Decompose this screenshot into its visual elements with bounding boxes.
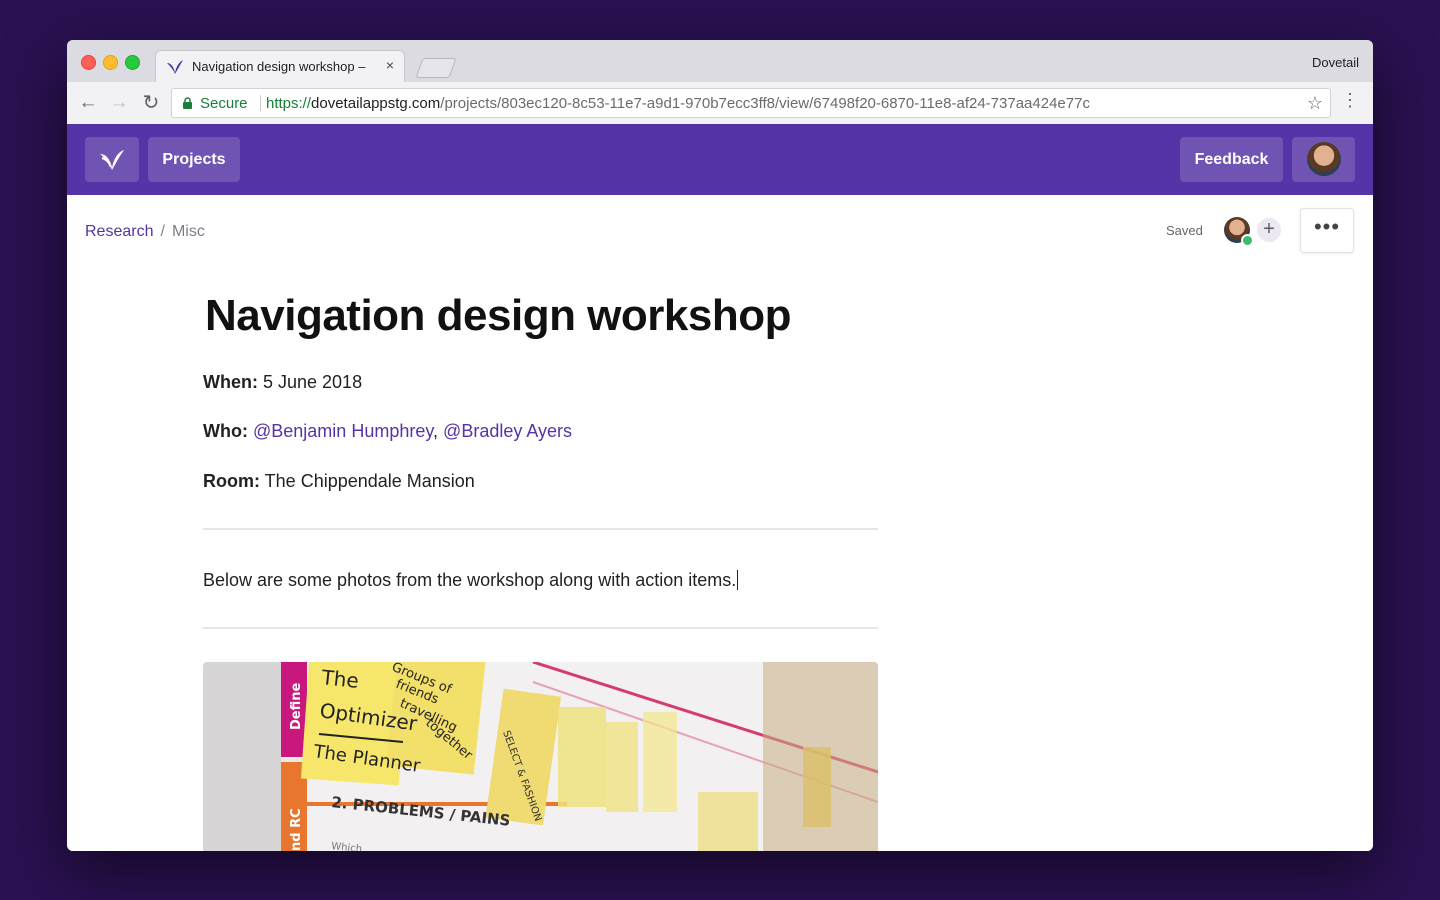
mention-bradley-ayers[interactable]: @Bradley Ayers — [443, 421, 572, 441]
body-text: Below are some photos from the workshop … — [203, 570, 737, 590]
text-cursor — [737, 570, 739, 590]
projects-button[interactable]: Projects — [148, 137, 240, 182]
lock-icon — [183, 97, 192, 109]
photo-side-label-bottom: nd RC — [289, 808, 304, 851]
mention-benjamin-humphrey[interactable]: @Benjamin Humphrey — [253, 421, 433, 441]
breadcrumb: Research / Misc — [85, 223, 205, 241]
dovetail-logo-button[interactable] — [85, 137, 139, 182]
who-line[interactable]: Who: @Benjamin Humphrey, @Bradley Ayers — [203, 421, 572, 442]
workshop-photo[interactable]: Define nd RC The Optimizer The Planner G… — [203, 662, 878, 851]
tab-strip: Navigation design workshop – × Dovetail — [67, 40, 1373, 82]
reload-icon[interactable]: ↻ — [140, 92, 162, 114]
body-paragraph[interactable]: Below are some photos from the workshop … — [203, 570, 739, 591]
browser-profile-name[interactable]: Dovetail — [1312, 55, 1359, 70]
url-text[interactable]: https://dovetailappstg.com/projects/803e… — [266, 95, 1090, 112]
user-menu-button[interactable] — [1292, 137, 1355, 182]
divider — [203, 528, 878, 530]
minimize-window-button[interactable] — [103, 55, 118, 70]
new-tab-button[interactable] — [415, 58, 457, 78]
room-line[interactable]: Room: The Chippendale Mansion — [203, 471, 475, 492]
when-line[interactable]: When: 5 June 2018 — [203, 372, 362, 393]
photo-side-label-top: Define — [289, 683, 304, 730]
page-title[interactable]: Navigation design workshop — [205, 291, 791, 341]
avatar — [1306, 142, 1341, 176]
browser-toolbar: ← → ↻ Secure https://dovetailappstg.com/… — [67, 82, 1373, 125]
room-label: Room: — [203, 471, 260, 491]
add-collaborator-button[interactable]: + — [1257, 218, 1281, 242]
when-value: 5 June 2018 — [257, 372, 363, 392]
tab-navigation-design-workshop[interactable]: Navigation design workshop – × — [155, 50, 405, 82]
address-bar[interactable]: Secure https://dovetailappstg.com/projec… — [171, 88, 1331, 118]
address-divider — [260, 95, 261, 111]
dovetail-logo-icon — [100, 150, 124, 170]
tab-title: Navigation design workshop – — [192, 59, 366, 74]
url-host: dovetailappstg.com — [311, 95, 441, 112]
breadcrumb-separator: / — [160, 223, 165, 240]
divider — [203, 627, 878, 629]
tab-close-icon[interactable]: × — [386, 57, 394, 73]
feedback-button[interactable]: Feedback — [1180, 137, 1283, 182]
dovetail-favicon-icon — [167, 60, 183, 74]
close-window-button[interactable] — [81, 55, 96, 70]
breadcrumb-current[interactable]: Misc — [172, 223, 205, 240]
workshop-photo-illustration: Define nd RC The Optimizer The Planner G… — [203, 662, 878, 851]
maximize-window-button[interactable] — [125, 55, 140, 70]
document-page: Research / Misc Saved + ••• Navigation des… — [67, 195, 1373, 851]
who-separator: , — [433, 421, 439, 441]
more-options-button[interactable]: ••• — [1300, 208, 1354, 253]
app-header: Projects Feedback — [67, 124, 1373, 195]
menu-icon[interactable]: ⋮ — [1341, 91, 1359, 109]
who-label: Who: — [203, 421, 248, 441]
browser-window: Navigation design workshop – × Dovetail … — [67, 40, 1373, 851]
photo-note-text: The — [319, 665, 360, 693]
room-value: The Chippendale Mansion — [260, 471, 475, 491]
online-status-dot — [1241, 234, 1254, 247]
breadcrumb-research-link[interactable]: Research — [85, 223, 153, 240]
saved-status: Saved — [1166, 223, 1203, 238]
secure-label: Secure — [200, 95, 248, 112]
url-scheme: https:// — [266, 95, 312, 112]
back-icon[interactable]: ← — [77, 92, 99, 114]
star-icon[interactable]: ☆ — [1307, 93, 1323, 114]
url-path: /projects/803ec120-8c53-11e7-a9d1-970b7e… — [440, 95, 1090, 112]
forward-icon[interactable]: → — [108, 92, 130, 114]
when-label: When: — [203, 372, 258, 392]
